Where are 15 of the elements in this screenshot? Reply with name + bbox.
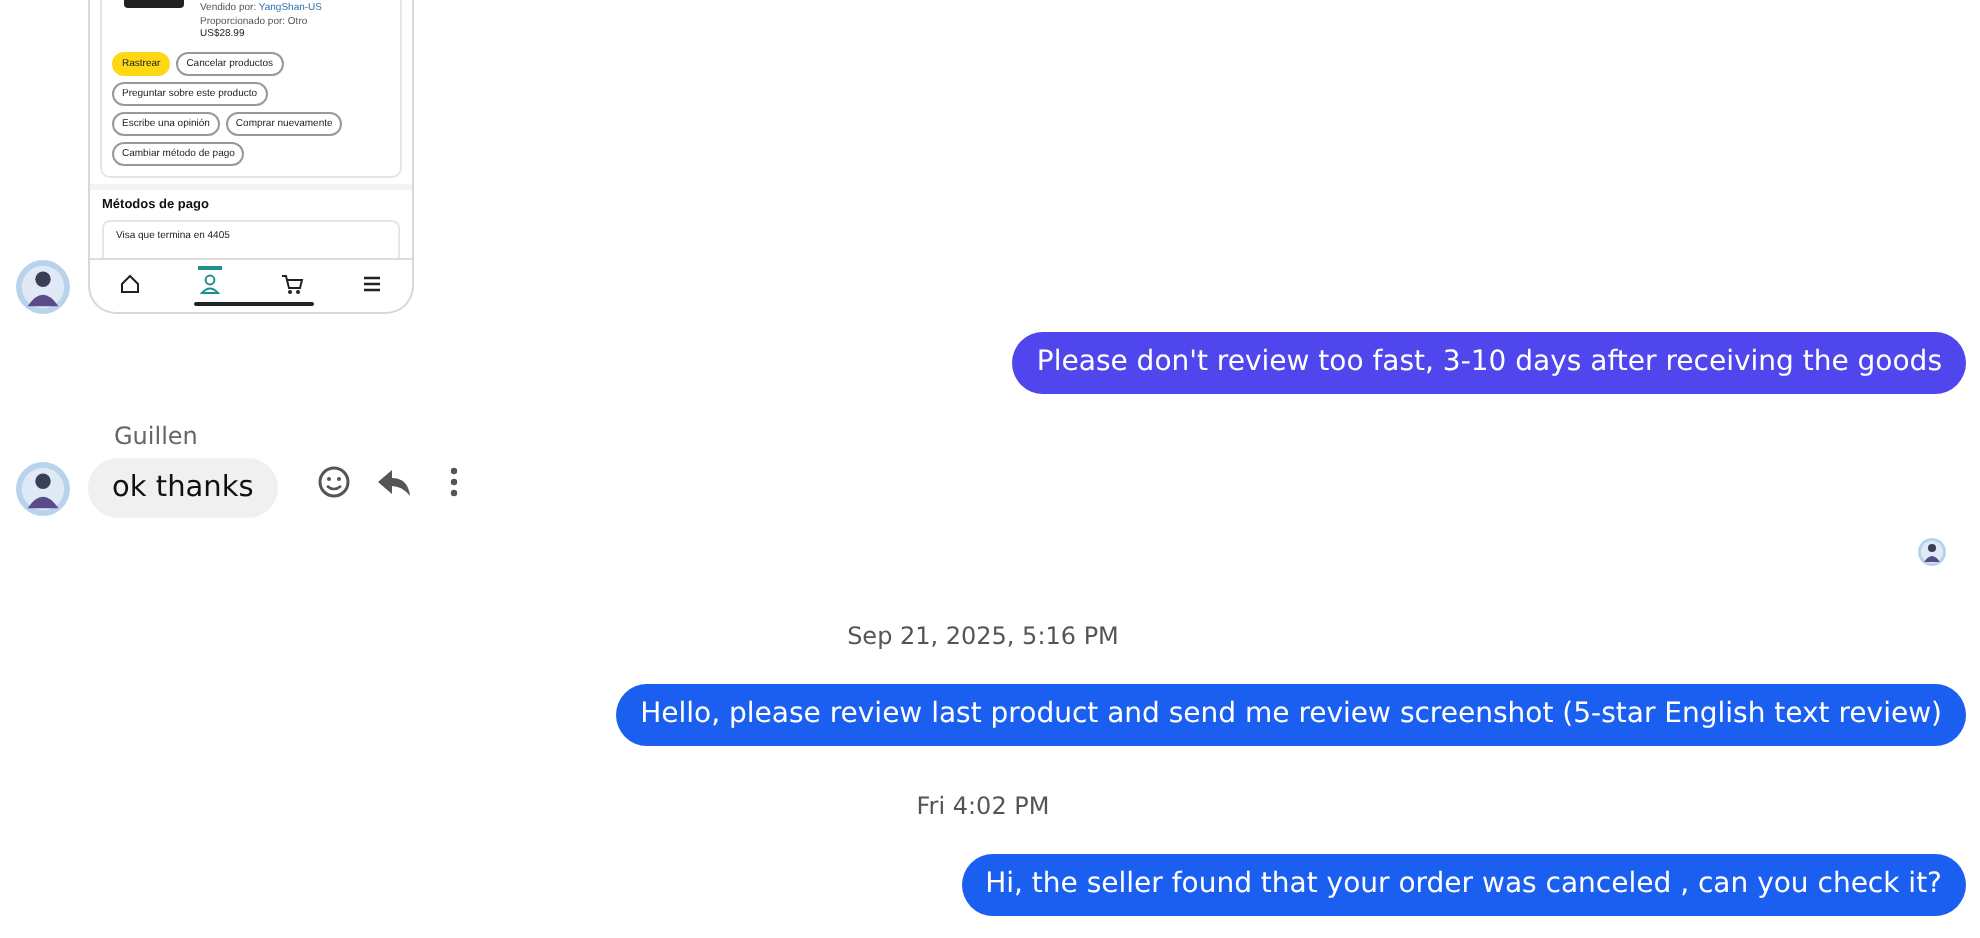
- message-bubble: Hello, please review last product and send me review screenshot (5-star English text review): [616, 684, 1966, 746]
- message-bubble: Please don't review too fast, 3-10 days after receiving the goods: [1012, 332, 1966, 394]
- account-icon[interactable]: [198, 266, 223, 296]
- product-image: [124, 0, 184, 8]
- timestamp: Fri 4:02 PM: [916, 792, 1050, 820]
- sender-name: Guillen: [112, 422, 200, 450]
- message-bubble: ok thanks: [88, 458, 278, 518]
- home-indicator: [194, 302, 314, 306]
- emoji-icon[interactable]: [315, 463, 352, 499]
- shared-screenshot[interactable]: [88, 0, 414, 314]
- avatar[interactable]: [16, 461, 70, 515]
- avatar[interactable]: [1918, 538, 1946, 566]
- timestamp: Sep 21, 2025, 5:16 PM: [847, 622, 1119, 650]
- message-bubble: Hi, the seller found that your order was canceled , can you check it?: [961, 854, 1966, 916]
- avatar[interactable]: [16, 260, 70, 314]
